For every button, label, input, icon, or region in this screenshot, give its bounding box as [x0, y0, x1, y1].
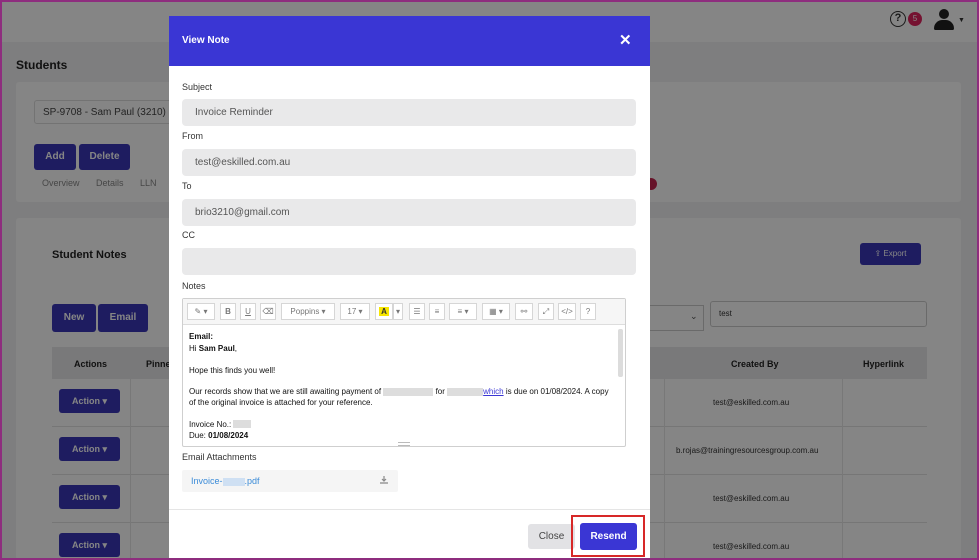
highlight-box: [571, 515, 645, 557]
chevron-down-icon[interactable]: ▾: [393, 303, 403, 320]
notes-label: Notes: [182, 281, 206, 291]
bullet-list-icon[interactable]: ☰: [409, 303, 425, 320]
font-size-select[interactable]: 17 ▾: [340, 303, 370, 320]
cc-label: CC: [182, 230, 195, 240]
align-icon[interactable]: ≡ ▾: [449, 303, 477, 320]
attachment-item: Invoice- .pdf: [182, 470, 398, 492]
fullscreen-icon[interactable]: ⤢: [538, 303, 554, 320]
help-icon[interactable]: ?: [580, 303, 596, 320]
font-select[interactable]: Poppins ▾: [281, 303, 335, 320]
underline-icon[interactable]: U: [240, 303, 256, 320]
close-icon[interactable]: ✕: [619, 31, 632, 49]
cc-field[interactable]: [182, 248, 636, 275]
attachment-link[interactable]: Invoice- .pdf: [191, 476, 260, 486]
eraser-icon[interactable]: ⌫: [260, 303, 276, 320]
subject-label: Subject: [182, 82, 213, 92]
modal-divider: [169, 509, 650, 510]
attachments-label: Email Attachments: [182, 452, 257, 462]
from-label: From: [182, 131, 203, 141]
modal-title: View Note: [182, 35, 230, 46]
link-icon[interactable]: ⚯: [515, 303, 533, 320]
download-icon[interactable]: [379, 475, 389, 485]
subject-field[interactable]: Invoice Reminder: [182, 99, 636, 126]
email-body: Email: Hi Sam Paul, Hope this finds you …: [189, 332, 609, 440]
from-field[interactable]: test@eskilled.com.au: [182, 149, 636, 176]
bold-icon[interactable]: B: [220, 303, 236, 320]
code-view-icon[interactable]: </>: [558, 303, 576, 320]
editor-toolbar: ✎ ▾ B U ⌫ Poppins ▾ 17 ▾ A ▾ ☰ ≡ ≡ ▾ ▦ ▾…: [183, 299, 625, 325]
editor-scrollbar[interactable]: [618, 329, 623, 377]
to-field[interactable]: brio3210@gmail.com: [182, 199, 636, 226]
magic-wand-icon[interactable]: ✎ ▾: [187, 303, 215, 320]
to-label: To: [182, 181, 192, 191]
view-note-modal: View Note ✕ Subject Invoice Reminder Fro…: [169, 16, 650, 560]
text-color-icon[interactable]: A: [375, 303, 393, 320]
table-icon[interactable]: ▦ ▾: [482, 303, 510, 320]
modal-header: View Note ✕: [169, 16, 650, 66]
resize-handle[interactable]: [398, 442, 410, 446]
notes-editor[interactable]: ✎ ▾ B U ⌫ Poppins ▾ 17 ▾ A ▾ ☰ ≡ ≡ ▾ ▦ ▾…: [182, 298, 626, 447]
close-button[interactable]: Close: [528, 524, 575, 549]
numbered-list-icon[interactable]: ≡: [429, 303, 445, 320]
body-line-1: Hope this finds you well!: [189, 365, 276, 375]
email-heading: Email:: [189, 332, 214, 341]
